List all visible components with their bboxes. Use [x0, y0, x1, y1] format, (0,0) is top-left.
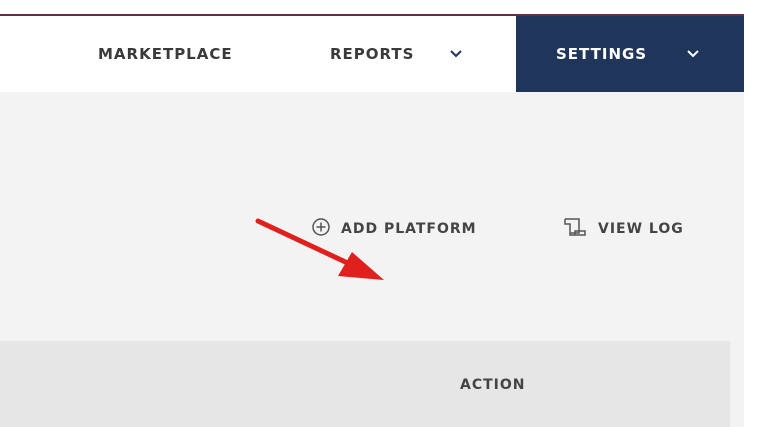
- nav-item-marketplace[interactable]: MARKETPLACE: [98, 16, 233, 92]
- view-log-button[interactable]: VIEW LOG: [562, 215, 684, 243]
- nav-item-settings[interactable]: SETTINGS: [516, 16, 744, 92]
- chevron-down-icon[interactable]: [448, 46, 464, 62]
- view-log-label: VIEW LOG: [598, 221, 684, 237]
- nav-item-reports[interactable]: REPORTS: [330, 16, 464, 92]
- nav-item-marketplace-label: MARKETPLACE: [98, 45, 233, 63]
- annotation-arrow: [255, 218, 384, 280]
- nav-item-settings-label: SETTINGS: [556, 45, 648, 63]
- nav-item-reports-label: REPORTS: [330, 45, 415, 63]
- top-navbar: MARKETPLACE REPORTS SETTINGS: [0, 16, 744, 92]
- table-header: ACTION: [0, 341, 730, 427]
- top-rule: [0, 0, 744, 16]
- chevron-down-icon[interactable]: [685, 46, 701, 62]
- scroll-icon: [562, 216, 598, 242]
- table-column-action: ACTION: [460, 377, 526, 393]
